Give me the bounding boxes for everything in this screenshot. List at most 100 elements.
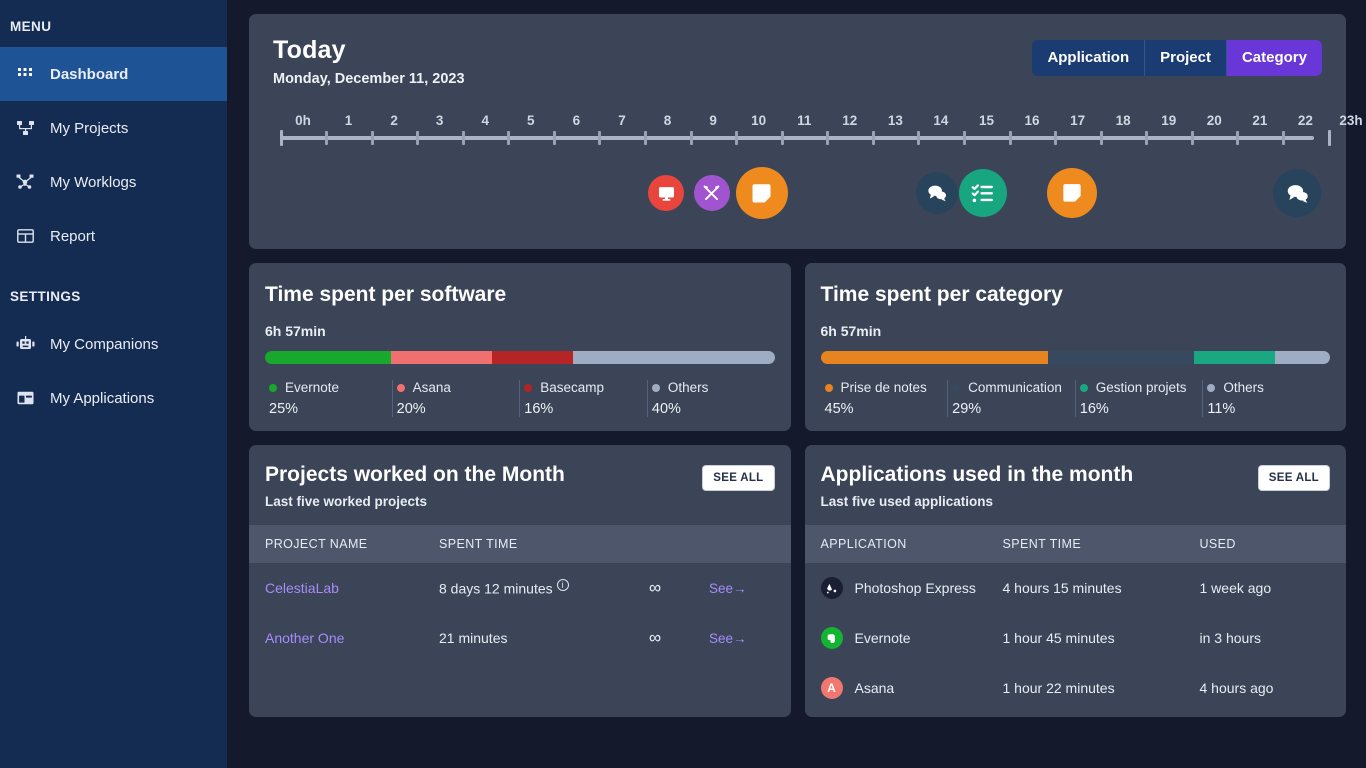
application-used: 1 week ago	[1200, 580, 1272, 596]
timeline-tick-label: 11	[797, 113, 811, 128]
bar-segment	[1275, 351, 1330, 364]
timeline-tick-label: 9	[709, 113, 717, 128]
legend-value: 40%	[652, 401, 775, 417]
timeline-tick-label: 12	[842, 113, 857, 128]
legend-label: Others	[668, 380, 709, 395]
legend-label: Prise de notes	[841, 380, 927, 395]
info-icon[interactable]: i	[557, 579, 569, 591]
category-breakdown-bar	[821, 351, 1331, 364]
column-header-spent-time: SPENT TIME	[439, 537, 649, 551]
legend-item: Communication 29%	[948, 380, 1076, 417]
sidebar-item-label: Dashboard	[50, 67, 128, 82]
network-nodes-icon	[11, 171, 39, 193]
sidebar-item-my-applications[interactable]: My Applications	[0, 371, 227, 425]
projects-column-headers: PROJECT NAME SPENT TIME	[249, 525, 791, 563]
card-title: Time spent per category	[821, 283, 1331, 307]
project-spent-time: 21 minutes	[439, 630, 507, 646]
bar-segment	[821, 351, 1048, 364]
application-used: in 3 hours	[1200, 630, 1261, 646]
card-title: Applications used in the month	[821, 463, 1331, 487]
card-subtitle: Last five used applications	[821, 494, 1331, 509]
projects-card: Projects worked on the Month Last five w…	[249, 445, 791, 717]
sidebar-item-label: My Projects	[50, 121, 128, 136]
timeline-tick	[1282, 131, 1285, 145]
total-time: 6h 57min	[821, 323, 1331, 339]
see-all-button[interactable]: SEE ALL	[1258, 465, 1330, 491]
sidebar-item-my-companions[interactable]: My Companions	[0, 317, 227, 371]
table-row: Photoshop Express4 hours 15 minutes1 wee…	[805, 563, 1347, 613]
infinity-icon: ∞	[649, 628, 660, 647]
sidebar: MENU Dashboard My Projects	[0, 0, 227, 768]
activity-bubble[interactable]	[648, 175, 684, 211]
timeline-tick-label: 8	[664, 113, 672, 128]
view-mode-segmented-control[interactable]: ApplicationProjectCategory	[1032, 40, 1322, 76]
activity-bubble[interactable]	[694, 175, 730, 211]
segment-application[interactable]: Application	[1032, 40, 1145, 76]
legend-color-dot	[1207, 384, 1215, 392]
column-header-application: APPLICATION	[821, 537, 1003, 551]
column-header-project-name: PROJECT NAME	[265, 537, 439, 551]
timeline-tick-label: 3	[436, 113, 444, 128]
legend-value: 29%	[952, 401, 1075, 417]
hour-timeline: 0h1234567891011121314151617181920212223h	[273, 113, 1322, 149]
legend-label: Gestion projets	[1096, 380, 1187, 395]
timeline-tick	[371, 131, 374, 145]
application-spent-time: 4 hours 15 minutes	[1003, 580, 1122, 596]
sidebar-item-my-worklogs[interactable]: My Worklogs	[0, 155, 227, 209]
table-row: CelestiaLab8 days 12 minutesi∞See→	[249, 563, 791, 613]
segment-project[interactable]: Project	[1145, 40, 1227, 76]
timeline-tick	[1328, 130, 1331, 146]
table-row: Another One 21 minutes ∞ See→	[249, 613, 791, 663]
sidebar-item-label: Report	[50, 229, 95, 244]
see-all-button[interactable]: SEE ALL	[702, 465, 774, 491]
legend-value: 16%	[524, 401, 647, 417]
sidebar-item-label: My Companions	[50, 337, 158, 352]
table-icon	[11, 225, 39, 247]
activity-bubble[interactable]	[1273, 169, 1321, 217]
see-project-link[interactable]: See→	[709, 631, 747, 646]
timeline-axis	[281, 136, 1314, 140]
sidebar-item-dashboard[interactable]: Dashboard	[0, 47, 227, 101]
monitor-icon	[657, 184, 676, 203]
sidebar-section-menu: MENU	[0, 0, 227, 47]
stats-row: Time spent per software 6h 57min Evernot…	[249, 263, 1346, 431]
timeline-tick	[735, 131, 738, 145]
legend-label: Basecamp	[540, 380, 604, 395]
time-per-category-card: Time spent per category 6h 57min Prise d…	[805, 263, 1347, 431]
sidebar-item-my-projects[interactable]: My Projects	[0, 101, 227, 155]
table-row: Evernote1 hour 45 minutesin 3 hours	[805, 613, 1347, 663]
project-name-link[interactable]: CelestiaLab	[265, 580, 339, 596]
timeline-tick-label: 22	[1298, 113, 1313, 128]
segment-category[interactable]: Category	[1227, 40, 1322, 76]
activity-bubble[interactable]	[736, 167, 788, 219]
bar-segment	[573, 351, 775, 364]
sidebar-item-report[interactable]: Report	[0, 209, 227, 263]
timeline-tick	[598, 131, 601, 145]
see-project-link[interactable]: See→	[709, 581, 747, 596]
legend-item: Others11%	[1203, 380, 1330, 417]
timeline-tick-label: 14	[933, 113, 948, 128]
bar-segment	[1194, 351, 1275, 364]
column-header-used: USED	[1200, 537, 1331, 551]
legend-label: Asana	[413, 380, 451, 395]
timeline-tick-label: 7	[618, 113, 626, 128]
applications-column-headers: APPLICATION SPENT TIME USED	[805, 525, 1347, 563]
legend-color-dot	[952, 384, 960, 392]
legend-item: Others 40%	[648, 380, 775, 417]
applications-card-header: Applications used in the month Last five…	[805, 445, 1347, 525]
timeline-tick	[872, 131, 875, 145]
application-name: Evernote	[855, 630, 911, 646]
card-subtitle: Last five worked projects	[265, 494, 775, 509]
activity-bubble[interactable]	[916, 172, 958, 214]
timeline-tick	[690, 131, 693, 145]
photoshop-express-icon	[821, 577, 843, 599]
legend-item: Asana20%	[393, 380, 521, 417]
project-spent-time: 8 days 12 minutes	[439, 581, 553, 597]
activity-bubble[interactable]	[959, 169, 1007, 217]
today-card: Today Monday, December 11, 2023 Applicat…	[249, 14, 1346, 249]
legend-color-dot	[397, 384, 405, 392]
legend-label: Communication	[968, 380, 1062, 395]
timeline-tick-label: 6	[573, 113, 581, 128]
project-name-link[interactable]: Another One	[265, 630, 344, 646]
activity-bubble[interactable]	[1047, 168, 1097, 218]
